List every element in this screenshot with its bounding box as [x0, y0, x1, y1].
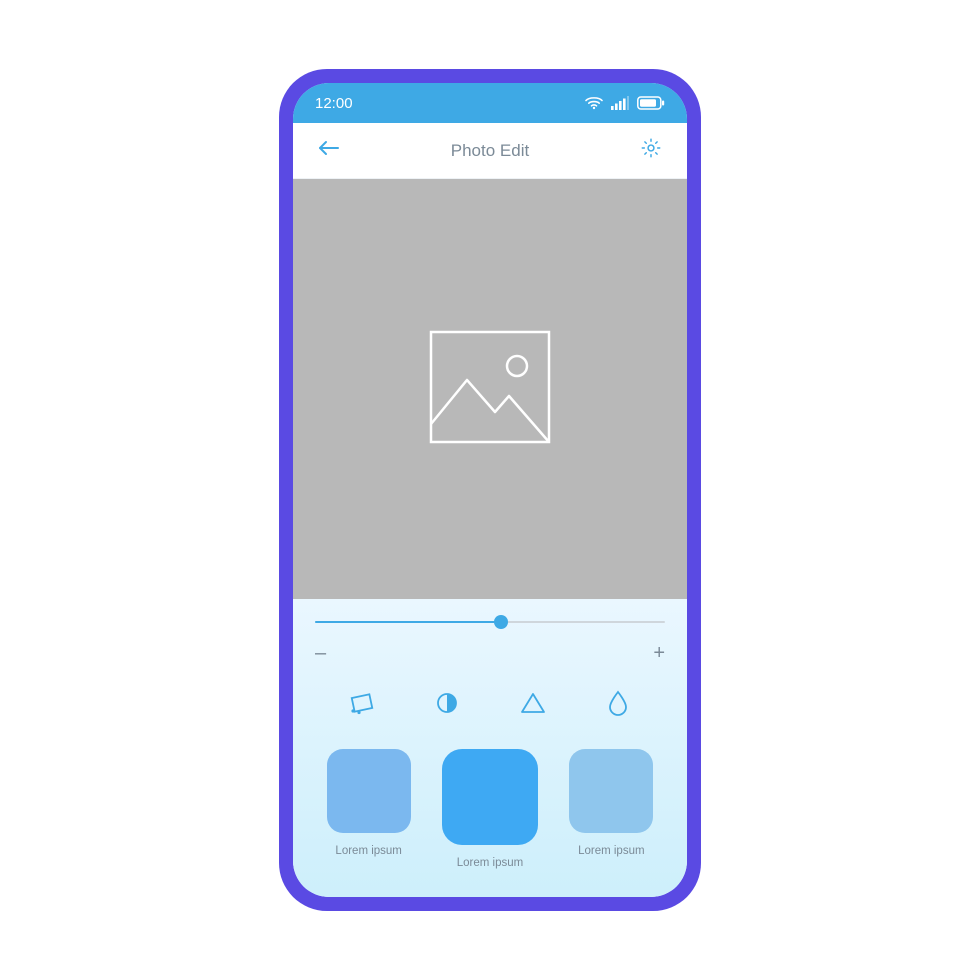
back-button[interactable]	[313, 135, 345, 167]
status-bar: 12:00	[293, 83, 687, 123]
filter-label: Lorem ipsum	[457, 857, 523, 869]
drop-icon	[608, 690, 628, 721]
tool-row	[315, 681, 665, 725]
filter-swatch	[327, 749, 411, 833]
filter-preset-3[interactable]: Lorem ipsum	[558, 749, 665, 869]
screen: 12:00	[293, 83, 687, 897]
signal-icon	[611, 96, 629, 110]
filter-preset-1[interactable]: Lorem ipsum	[315, 749, 422, 869]
crop-tool[interactable]	[340, 687, 384, 723]
contrast-icon	[435, 691, 459, 720]
image-placeholder-icon	[425, 322, 555, 457]
decrease-button[interactable]: –	[315, 643, 326, 663]
edit-panel: – +	[293, 599, 687, 897]
app-header: Photo Edit	[293, 123, 687, 179]
filter-row: Lorem ipsum Lorem ipsum Lorem ipsum	[315, 749, 665, 869]
battery-icon	[637, 96, 665, 110]
blur-tool[interactable]	[596, 687, 640, 723]
filter-swatch	[442, 749, 538, 845]
adjustment-slider[interactable]	[315, 617, 665, 627]
filter-label: Lorem ipsum	[578, 845, 644, 857]
filter-preset-2[interactable]: Lorem ipsum	[436, 749, 543, 869]
photo-canvas[interactable]	[293, 179, 687, 599]
sharpen-tool[interactable]	[511, 687, 555, 723]
status-time: 12:00	[315, 95, 353, 112]
settings-button[interactable]	[635, 135, 667, 167]
filter-swatch	[569, 749, 653, 833]
status-icons	[585, 96, 665, 110]
slider-thumb[interactable]	[494, 615, 508, 629]
page-title: Photo Edit	[451, 141, 529, 161]
crop-icon	[348, 689, 376, 722]
slider-fill	[315, 621, 501, 623]
filter-label: Lorem ipsum	[335, 845, 401, 857]
wifi-icon	[585, 96, 603, 110]
slider-controls: – +	[315, 643, 665, 663]
gear-icon	[640, 137, 662, 164]
triangle-icon	[520, 691, 546, 720]
phone-frame: 12:00	[279, 69, 701, 911]
increase-button[interactable]: +	[653, 643, 665, 663]
contrast-tool[interactable]	[425, 687, 469, 723]
arrow-left-icon	[318, 139, 340, 162]
